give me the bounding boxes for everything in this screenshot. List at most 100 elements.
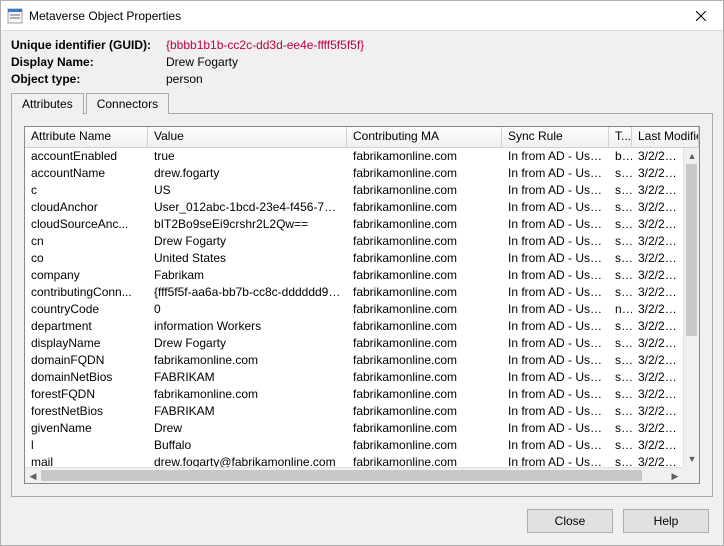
col-contributing-ma[interactable]: Contributing MA bbox=[347, 127, 502, 147]
cell-rule: In from AD - User ... bbox=[502, 199, 609, 216]
scroll-up-arrow-icon[interactable]: ▲ bbox=[684, 148, 699, 164]
table-row[interactable]: accountNamedrew.fogartyfabrikamonline.co… bbox=[25, 165, 683, 182]
scroll-down-arrow-icon[interactable]: ▼ bbox=[684, 451, 699, 467]
table-row[interactable]: cloudSourceAnc...bIT2Bo9seEi9crshr2L2Qw=… bbox=[25, 216, 683, 233]
col-sync-rule[interactable]: Sync Rule bbox=[502, 127, 609, 147]
cell-attr: c bbox=[25, 182, 148, 199]
cell-attr: givenName bbox=[25, 420, 148, 437]
table-row[interactable]: companyFabrikamfabrikamonline.comIn from… bbox=[25, 267, 683, 284]
cell-rule: In from AD - User ... bbox=[502, 437, 609, 454]
table-row[interactable]: forestFQDNfabrikamonline.comfabrikamonli… bbox=[25, 386, 683, 403]
cell-rule: In from AD - User ... bbox=[502, 335, 609, 352]
table-row[interactable]: displayNameDrew Fogartyfabrikamonline.co… bbox=[25, 335, 683, 352]
cell-value: 0 bbox=[148, 301, 347, 318]
table-row[interactable]: contributingConn...{fff5f5f-aa6a-bb7b-cc… bbox=[25, 284, 683, 301]
cell-rule: In from AD - User ... bbox=[502, 301, 609, 318]
cell-cma: fabrikamonline.com bbox=[347, 352, 502, 369]
cell-cma: fabrikamonline.com bbox=[347, 233, 502, 250]
cell-value: Buffalo bbox=[148, 437, 347, 454]
cell-value: User_012abc-1bcd-23e4-f456-78010... bbox=[148, 199, 347, 216]
cell-modified: 3/2/2017 6:08:02 AM bbox=[632, 301, 683, 318]
cell-attr: l bbox=[25, 437, 148, 454]
cell-rule: In from AD - User ... bbox=[502, 233, 609, 250]
table-row[interactable]: coUnited Statesfabrikamonline.comIn from… bbox=[25, 250, 683, 267]
hscroll-track[interactable] bbox=[41, 468, 667, 483]
table-row[interactable]: lBuffalofabrikamonline.comIn from AD - U… bbox=[25, 437, 683, 454]
horizontal-scrollbar[interactable]: ◀ ▶ bbox=[25, 467, 683, 483]
cell-rule: In from AD - User ... bbox=[502, 284, 609, 301]
table-row[interactable]: countryCode0fabrikamonline.comIn from AD… bbox=[25, 301, 683, 318]
table-row[interactable]: givenNameDrewfabrikamonline.comIn from A… bbox=[25, 420, 683, 437]
table-row[interactable]: maildrew.fogarty@fabrikamonline.comfabri… bbox=[25, 454, 683, 467]
object-header: Unique identifier (GUID): {bbbb1b1b-cc2c… bbox=[1, 31, 723, 92]
close-icon bbox=[696, 11, 706, 21]
displayname-label: Display Name: bbox=[11, 54, 166, 71]
grid-header: Attribute Name Value Contributing MA Syn… bbox=[25, 127, 699, 148]
cell-t: s... bbox=[609, 165, 632, 182]
scroll-corner bbox=[683, 467, 699, 483]
table-row[interactable]: cUSfabrikamonline.comIn from AD - User .… bbox=[25, 182, 683, 199]
cell-t: s... bbox=[609, 386, 632, 403]
cell-cma: fabrikamonline.com bbox=[347, 165, 502, 182]
vertical-scrollbar[interactable]: ▲ ▼ bbox=[683, 148, 699, 467]
table-row[interactable]: cnDrew Fogartyfabrikamonline.comIn from … bbox=[25, 233, 683, 250]
col-value[interactable]: Value bbox=[148, 127, 347, 147]
close-button[interactable]: Close bbox=[527, 509, 613, 533]
cell-attr: contributingConn... bbox=[25, 284, 148, 301]
cell-rule: In from AD - User ... bbox=[502, 250, 609, 267]
table-row[interactable]: accountEnabledtruefabrikamonline.comIn f… bbox=[25, 148, 683, 165]
cell-attr: displayName bbox=[25, 335, 148, 352]
cell-t: s... bbox=[609, 199, 632, 216]
cell-value: US bbox=[148, 182, 347, 199]
col-type[interactable]: T... bbox=[609, 127, 632, 147]
table-row[interactable]: forestNetBiosFABRIKAMfabrikamonline.comI… bbox=[25, 403, 683, 420]
cell-modified: 3/2/2017 6:08:02 AM bbox=[632, 335, 683, 352]
table-row[interactable]: domainFQDNfabrikamonline.comfabrikamonli… bbox=[25, 352, 683, 369]
cell-modified: 3/2/2017 6:08:02 AM bbox=[632, 233, 683, 250]
cell-t: s... bbox=[609, 352, 632, 369]
table-row[interactable]: domainNetBiosFABRIKAMfabrikamonline.comI… bbox=[25, 369, 683, 386]
scroll-right-arrow-icon[interactable]: ▶ bbox=[667, 468, 683, 483]
app-icon bbox=[7, 8, 23, 24]
cell-t: n... bbox=[609, 301, 632, 318]
cell-attr: mail bbox=[25, 454, 148, 467]
cell-attr: domainNetBios bbox=[25, 369, 148, 386]
cell-cma: fabrikamonline.com bbox=[347, 301, 502, 318]
help-button[interactable]: Help bbox=[623, 509, 709, 533]
scroll-left-arrow-icon[interactable]: ◀ bbox=[25, 468, 41, 483]
tab-connectors[interactable]: Connectors bbox=[86, 93, 169, 114]
cell-modified: 3/2/2017 6:08:02 AM bbox=[632, 318, 683, 335]
cell-rule: In from AD - User ... bbox=[502, 148, 609, 165]
cell-rule: In from AD - User ... bbox=[502, 352, 609, 369]
cell-value: information Workers bbox=[148, 318, 347, 335]
table-row[interactable]: cloudAnchorUser_012abc-1bcd-23e4-f456-78… bbox=[25, 199, 683, 216]
cell-modified: 3/2/2017 6:18:22 AM bbox=[632, 199, 683, 216]
cell-cma: fabrikamonline.com bbox=[347, 318, 502, 335]
cell-attr: domainFQDN bbox=[25, 352, 148, 369]
cell-rule: In from AD - User ... bbox=[502, 182, 609, 199]
table-row[interactable]: departmentinformation Workersfabrikamonl… bbox=[25, 318, 683, 335]
cell-value: United States bbox=[148, 250, 347, 267]
cell-cma: fabrikamonline.com bbox=[347, 250, 502, 267]
tab-attributes[interactable]: Attributes bbox=[11, 93, 84, 115]
col-last-modified[interactable]: Last Modified bbox=[632, 127, 699, 147]
cell-cma: fabrikamonline.com bbox=[347, 420, 502, 437]
col-attribute-name[interactable]: Attribute Name bbox=[25, 127, 148, 147]
cell-attr: cloudAnchor bbox=[25, 199, 148, 216]
displayname-value: Drew Fogarty bbox=[166, 54, 238, 71]
cell-cma: fabrikamonline.com bbox=[347, 386, 502, 403]
close-window-button[interactable] bbox=[679, 1, 723, 31]
objecttype-label: Object type: bbox=[11, 71, 166, 88]
vscroll-thumb[interactable] bbox=[686, 164, 697, 336]
cell-cma: fabrikamonline.com bbox=[347, 199, 502, 216]
cell-t: b... bbox=[609, 148, 632, 165]
cell-cma: fabrikamonline.com bbox=[347, 437, 502, 454]
grid-rows: accountEnabledtruefabrikamonline.comIn f… bbox=[25, 148, 683, 467]
vscroll-track[interactable] bbox=[684, 164, 699, 451]
cell-t: s... bbox=[609, 369, 632, 386]
cell-attr: co bbox=[25, 250, 148, 267]
cell-cma: fabrikamonline.com bbox=[347, 369, 502, 386]
cell-t: s... bbox=[609, 335, 632, 352]
hscroll-thumb[interactable] bbox=[41, 470, 642, 481]
cell-t: s... bbox=[609, 437, 632, 454]
